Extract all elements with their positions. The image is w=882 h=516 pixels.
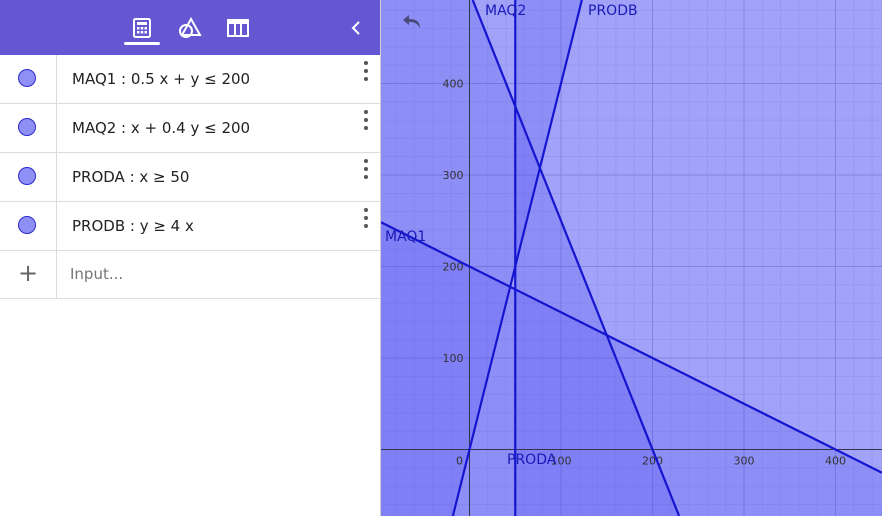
visibility-toggle[interactable]: [18, 118, 36, 136]
row-gutter: [0, 153, 57, 201]
more-options-icon[interactable]: [358, 157, 374, 181]
row-gutter: [0, 55, 57, 103]
algebra-row[interactable]: MAQ2 : x + 0.4 y ≤ 200: [0, 104, 380, 153]
x-tick-label: 400: [825, 455, 846, 468]
plus-icon[interactable]: +: [18, 261, 38, 285]
shapes-icon[interactable]: [174, 12, 206, 44]
more-options-icon[interactable]: [358, 59, 374, 83]
line-label-maq1: MAQ1: [385, 229, 426, 245]
proda-region: [515, 0, 882, 516]
input-field[interactable]: [68, 264, 352, 284]
visibility-toggle[interactable]: [18, 69, 36, 87]
more-options-icon[interactable]: [358, 108, 374, 132]
algebra-panel: MAQ1 : 0.5 x + y ≤ 200 MAQ2 : x + 0.4 y …: [0, 0, 381, 516]
line-label-proda: PRODA: [507, 452, 557, 468]
table-icon[interactable]: [222, 12, 254, 44]
expression-text[interactable]: MAQ2 : x + 0.4 y ≤ 200: [72, 119, 250, 137]
toolbar: [0, 0, 380, 55]
x-tick-label: 0: [456, 455, 463, 468]
input-row[interactable]: +: [0, 250, 380, 299]
x-tick-label: 300: [734, 455, 755, 468]
visibility-toggle[interactable]: [18, 167, 36, 185]
visibility-toggle[interactable]: [18, 216, 36, 234]
undo-icon[interactable]: [401, 14, 429, 42]
expression-text[interactable]: MAQ1 : 0.5 x + y ≤ 200: [72, 70, 250, 88]
y-tick-label: 400: [443, 78, 464, 91]
row-gutter: +: [0, 250, 57, 298]
row-gutter: [0, 202, 57, 250]
active-tab-indicator: [124, 42, 160, 45]
line-label-maq2: MAQ2: [485, 3, 526, 19]
line-label-prodb: PRODB: [588, 3, 638, 19]
chevron-left-icon[interactable]: [340, 12, 372, 44]
expression-text[interactable]: PRODA : x ≥ 50: [72, 168, 189, 186]
row-gutter: [0, 104, 57, 152]
algebra-row[interactable]: PRODA : x ≥ 50: [0, 153, 380, 202]
y-tick-label: 100: [443, 352, 464, 365]
graph-canvas[interactable]: 0 100 200 300 400100200300400MAQ1MAQ2PRODAPR…: [381, 0, 882, 516]
y-tick-label: 300: [443, 169, 464, 182]
expression-text[interactable]: PRODB : y ≥ 4 x: [72, 217, 194, 235]
calculator-icon[interactable]: [126, 12, 158, 44]
graphics-view[interactable]: 0 100 200 300 400 100 200 300 400 MAQ1 MAQ2 PRODA PR…: [381, 0, 882, 516]
more-options-icon[interactable]: [358, 206, 374, 230]
algebra-row[interactable]: MAQ1 : 0.5 x + y ≤ 200: [0, 55, 380, 104]
algebra-row[interactable]: PRODB : y ≥ 4 x: [0, 202, 380, 251]
